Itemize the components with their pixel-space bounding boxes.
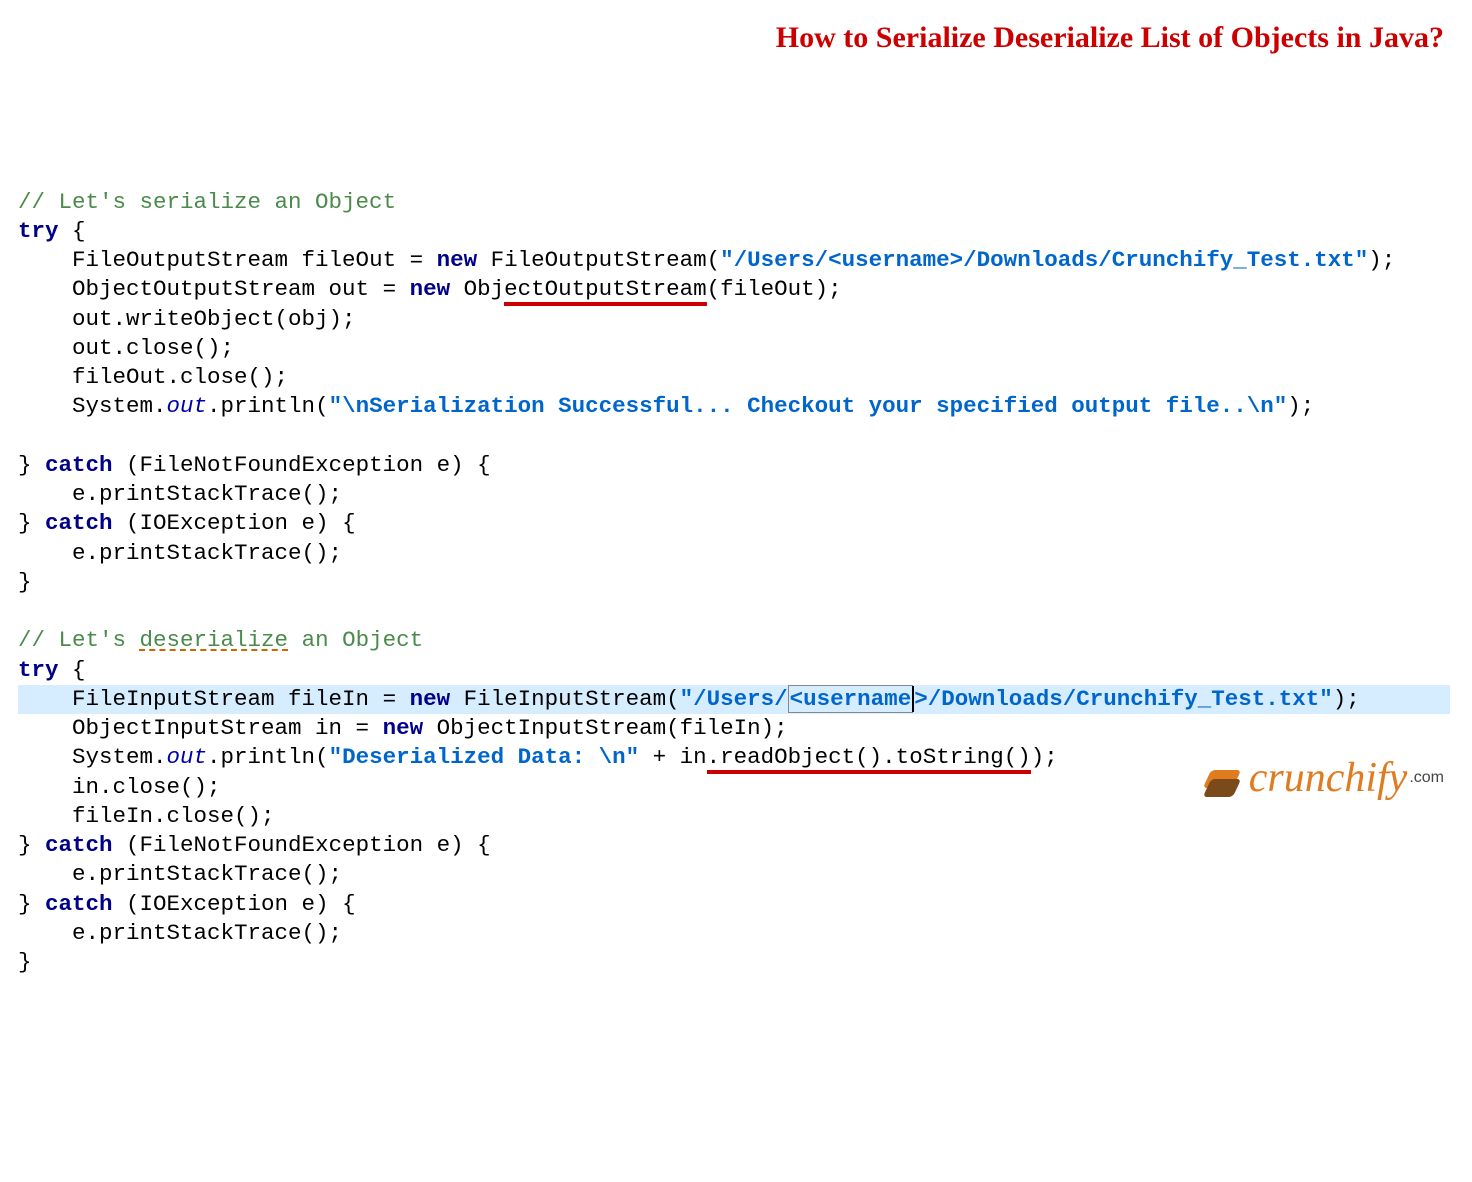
deser-message-string: "Deserialized Data: \n"	[329, 744, 640, 770]
page-title: How to Serialize Deserialize List of Obj…	[776, 18, 1444, 57]
spellcheck-squiggle: deserialize	[140, 627, 289, 653]
text-selection-box: <username	[788, 685, 914, 713]
readobject-underline: .readObject().toString()	[707, 744, 1031, 774]
comment-serialize: // Let's serialize an Object	[18, 189, 396, 215]
kw-try: try	[18, 218, 59, 244]
logo-text: crunchify	[1249, 751, 1408, 806]
comment-deserialize: // Let's deserialize an Object	[18, 627, 423, 653]
serialize-path-string: "/Users/<username>/Downloads/Crunchify_T…	[720, 247, 1368, 273]
kw-catch: catch	[45, 452, 113, 478]
deserialize-path-string: "/Users/<username>/Downloads/Crunchify_T…	[680, 686, 1333, 712]
objectoutputstream-underline: ectOutputStream	[504, 276, 707, 306]
success-message-string: "\nSerialization Successful... Checkout …	[329, 393, 1288, 419]
logo-suffix: .com	[1409, 768, 1444, 789]
code-block: // Let's serialize an Object try { FileO…	[18, 188, 1454, 978]
crunchify-logo: crunchify.com	[1207, 751, 1444, 806]
highlighted-current-line: FileInputStream fileIn = new FileInputSt…	[18, 685, 1450, 714]
